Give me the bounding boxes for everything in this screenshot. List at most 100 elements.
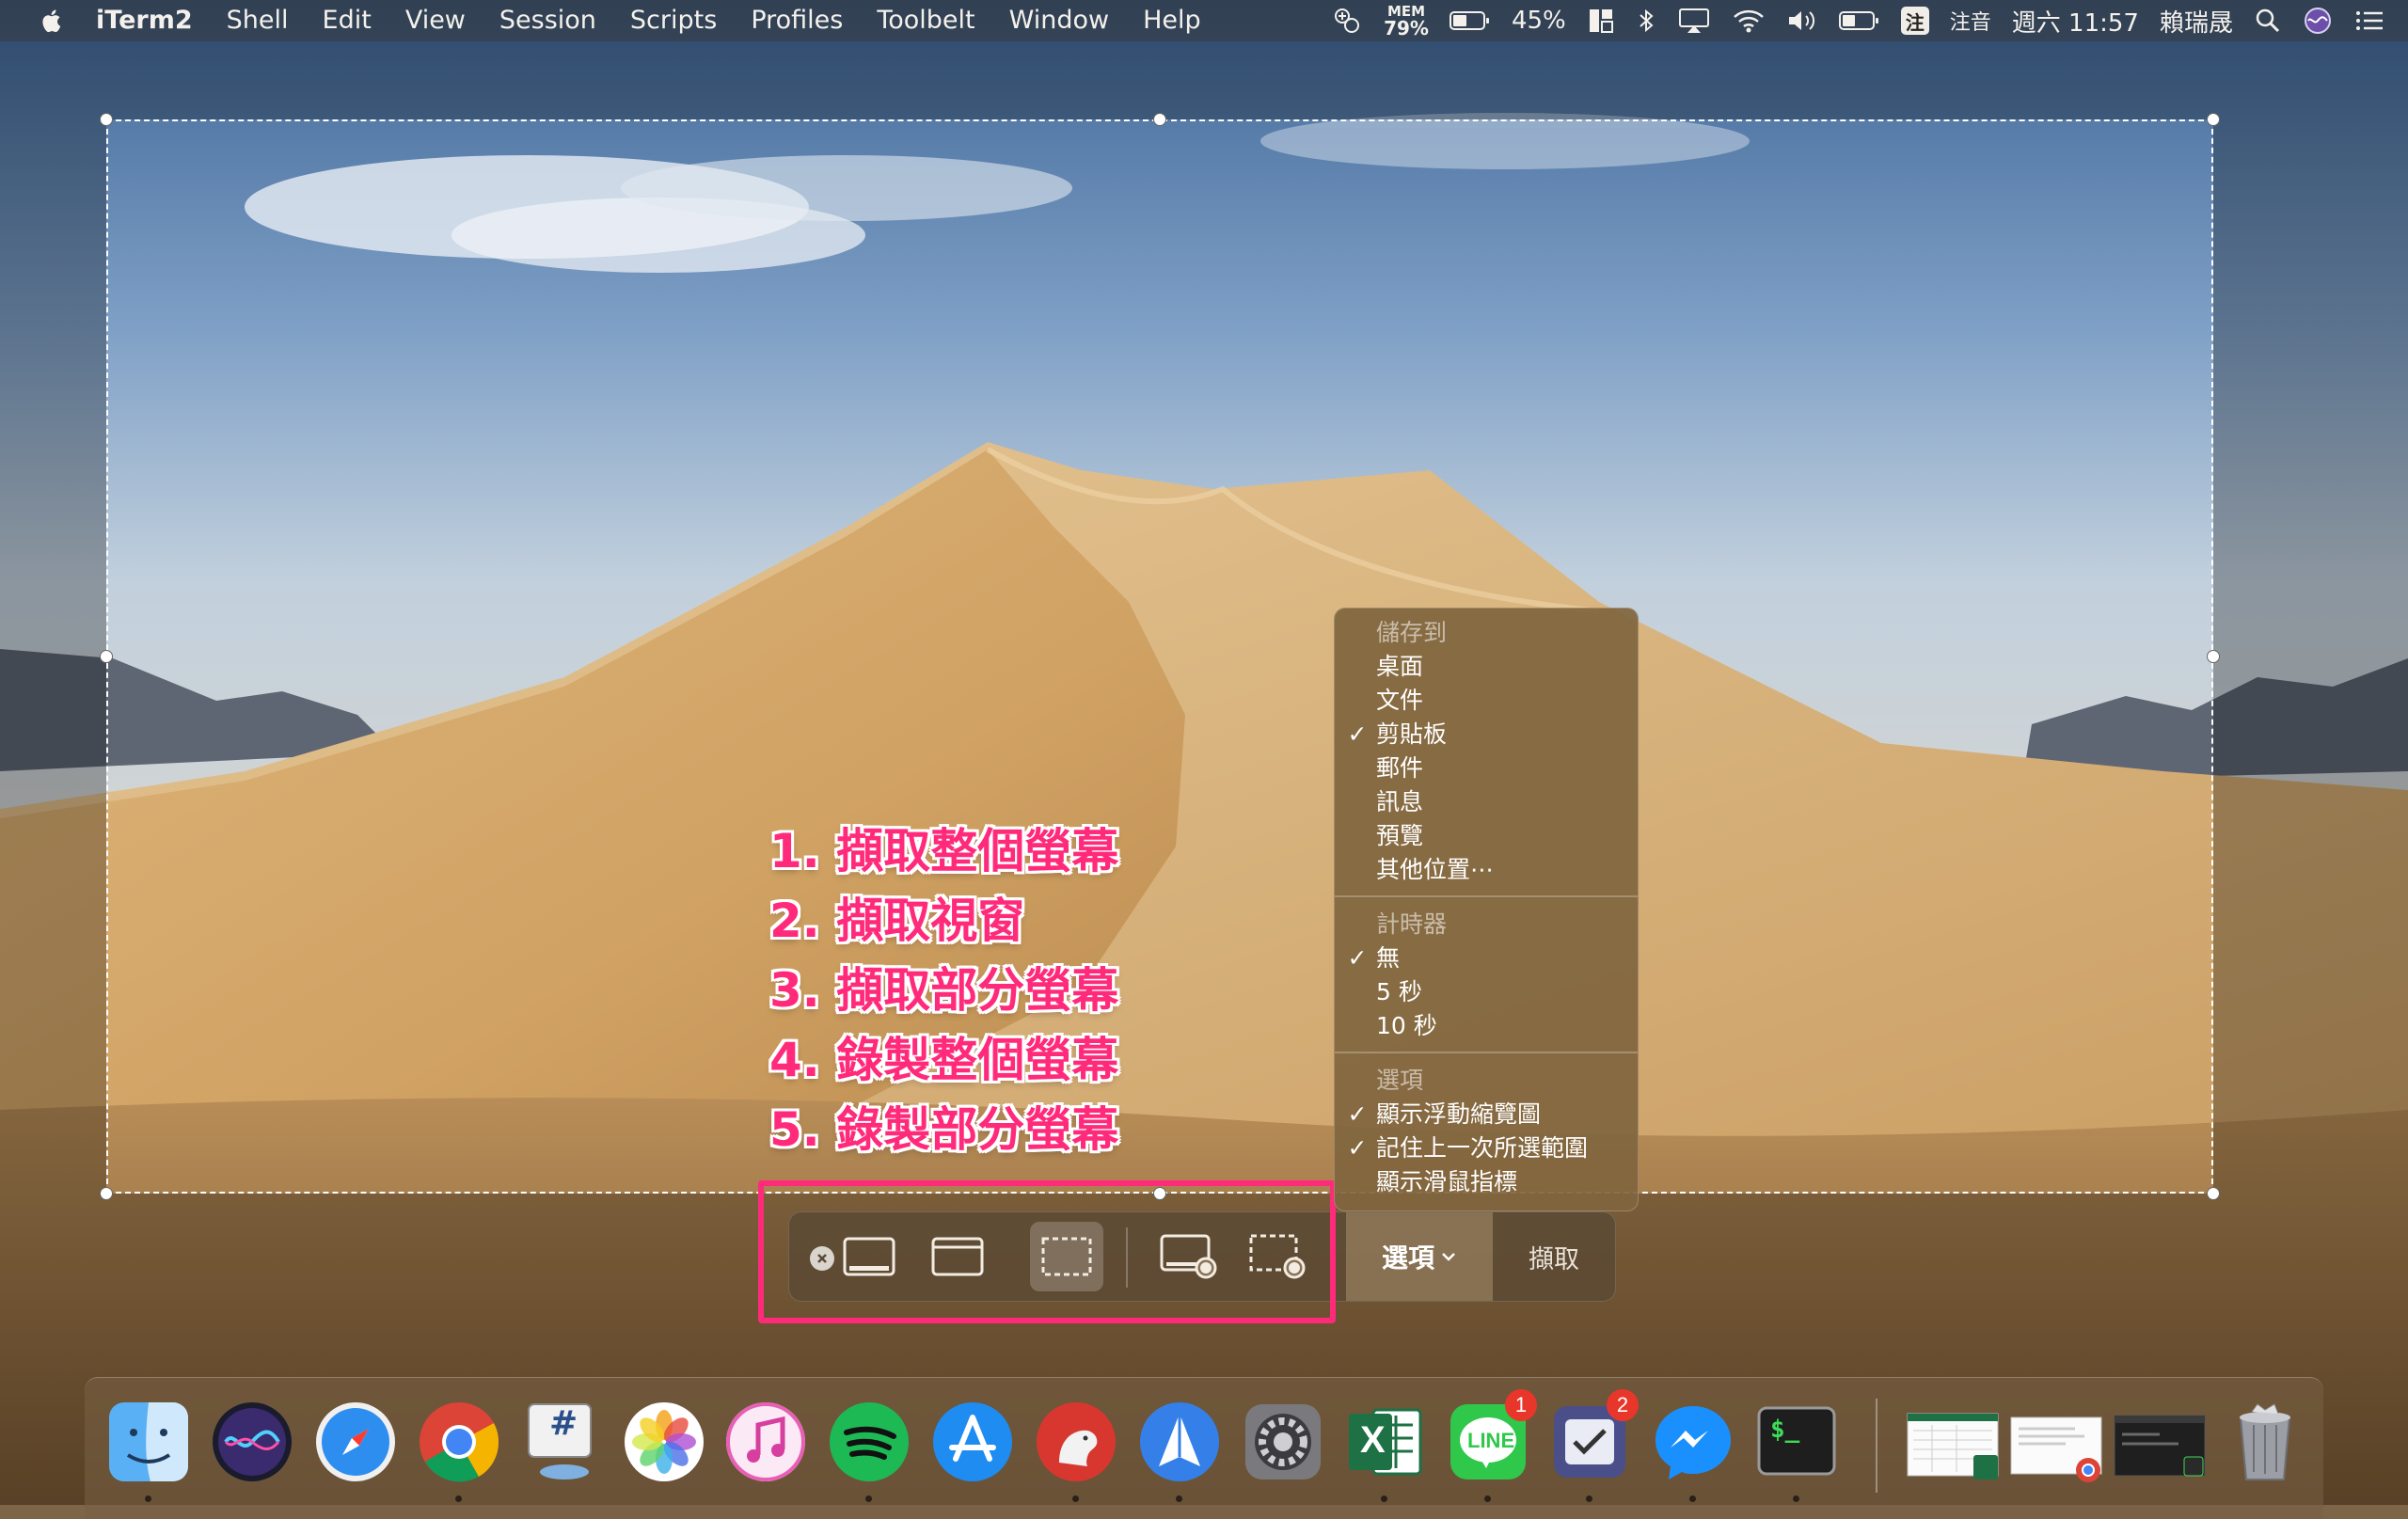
dock: # X LINE 1 2 $_ <box>85 1377 2323 1519</box>
dock-excel[interactable]: X <box>1339 1397 1430 1502</box>
cpu-monitor-icon[interactable] <box>1331 7 1363 35</box>
line-label: LINE <box>1467 1429 1515 1452</box>
selection-handle-bottom-right[interactable] <box>2207 1187 2220 1200</box>
selection-handle-top-right[interactable] <box>2207 113 2220 126</box>
window-layout-icon[interactable] <box>1587 7 1615 35</box>
bluetooth-icon[interactable] <box>1636 7 1656 35</box>
volume-icon[interactable] <box>1786 7 1818 35</box>
menu-header-options: 選項 <box>1376 1067 1424 1094</box>
menu-item-other-location[interactable]: 其他位置⋯ <box>1335 853 1638 887</box>
running-indicator <box>1586 1495 1592 1502</box>
siri-icon <box>213 1402 292 1481</box>
apple-menu-icon[interactable] <box>23 7 79 35</box>
paper-plane-icon <box>1140 1402 1219 1481</box>
menu-bar: iTerm2 Shell Edit View Session Scripts P… <box>0 0 2408 41</box>
checkmark-icon: ✓ <box>1347 720 1368 748</box>
memory-value: 79% <box>1384 17 1429 40</box>
dock-minimized-terminal-window[interactable] <box>2111 1397 2209 1487</box>
dock-itunes[interactable] <box>721 1397 811 1487</box>
menu-item-label: 記住上一次所選範圍 <box>1376 1134 1589 1162</box>
capture-button[interactable]: 擷取 <box>1493 1212 1615 1301</box>
memory-monitor[interactable]: MEM 79% <box>1384 4 1429 38</box>
selection-handle-right[interactable] <box>2207 650 2220 663</box>
menu-item-label: 顯示浮動縮覽圖 <box>1376 1100 1542 1128</box>
menu-shell[interactable]: Shell <box>210 0 306 41</box>
dock-line[interactable]: LINE 1 <box>1443 1389 1537 1502</box>
running-indicator <box>1484 1495 1491 1502</box>
dock-bear[interactable] <box>1031 1397 1121 1502</box>
dock-omnifocus[interactable]: 2 <box>1545 1389 1639 1502</box>
dock-system-preferences[interactable] <box>1238 1397 1328 1487</box>
menubar-user-name[interactable]: 賴瑞晟 <box>2160 4 2233 39</box>
dock-minimized-excel-window[interactable] <box>1904 1397 2002 1487</box>
chevron-down-icon <box>1442 1253 1455 1261</box>
dock-trash[interactable] <box>2220 1397 2310 1487</box>
battery-icon[interactable] <box>1449 10 1491 31</box>
running-indicator <box>1072 1495 1079 1502</box>
selection-handle-top[interactable] <box>1153 113 1166 126</box>
dock-spark[interactable] <box>1134 1397 1225 1502</box>
spotify-icon <box>830 1402 909 1481</box>
dock-messenger[interactable] <box>1648 1397 1738 1502</box>
menu-item-timer-5s[interactable]: 5 秒 <box>1335 975 1638 1009</box>
status-area: MEM 79% 45% 注 注音 週六 11:57 賴瑞晟 <box>1331 0 2385 41</box>
dock-chrome[interactable] <box>414 1397 504 1502</box>
dock-siri[interactable] <box>207 1397 297 1487</box>
input-method-badge[interactable]: 注 <box>1900 7 1929 35</box>
menu-divider <box>1335 895 1638 897</box>
menu-item-timer-none[interactable]: ✓ 無 <box>1335 941 1638 975</box>
menu-window[interactable]: Window <box>992 0 1126 41</box>
menu-session[interactable]: Session <box>483 0 613 41</box>
menu-item-mail[interactable]: 郵件 <box>1335 752 1638 785</box>
wifi-icon[interactable] <box>1732 7 1766 35</box>
menu-item-show-floating-thumbnail[interactable]: ✓ 顯示浮動縮覽圖 <box>1335 1098 1638 1131</box>
selection-handle-top-left[interactable] <box>100 113 113 126</box>
menu-item-remember-last-selection[interactable]: ✓ 記住上一次所選範圍 <box>1335 1131 1638 1165</box>
dock-spotify[interactable] <box>824 1397 914 1502</box>
menu-item-desktop[interactable]: 桌面 <box>1335 650 1638 684</box>
menu-item-documents[interactable]: 文件 <box>1335 684 1638 718</box>
siri-icon[interactable] <box>2303 6 2333 36</box>
dock-finder[interactable] <box>103 1397 194 1502</box>
menu-item-clipboard[interactable]: ✓ 剪貼板 <box>1335 718 1638 752</box>
dock-slack[interactable]: # <box>515 1397 606 1487</box>
dock-photos[interactable] <box>619 1397 709 1487</box>
menu-item-timer-10s[interactable]: 10 秒 <box>1335 1009 1638 1043</box>
input-method-name[interactable]: 注音 <box>1950 6 1991 36</box>
menu-scripts[interactable]: Scripts <box>613 0 734 41</box>
dim-overlay-left <box>0 119 106 1194</box>
menu-item-label: 桌面 <box>1376 653 1424 680</box>
options-dropdown-button[interactable]: 選項 <box>1346 1212 1493 1301</box>
menu-item-label: 其他位置⋯ <box>1376 856 1495 883</box>
menu-header-timer: 計時器 <box>1376 910 1448 938</box>
capture-selection-rectangle[interactable] <box>106 119 2213 1194</box>
spotlight-search-icon[interactable] <box>2254 7 2282 35</box>
airplay-icon[interactable] <box>1677 7 1711 35</box>
menu-item-messages[interactable]: 訊息 <box>1335 785 1638 819</box>
checkmark-icon: ✓ <box>1347 1100 1368 1128</box>
notification-center-icon[interactable] <box>2353 7 2385 35</box>
dock-terminal[interactable]: $_ <box>1751 1397 1842 1502</box>
selection-handle-bottom-left[interactable] <box>100 1187 113 1200</box>
selection-handle-left[interactable] <box>100 650 113 663</box>
menubar-clock[interactable]: 週六 11:57 <box>2012 4 2139 39</box>
menu-view[interactable]: View <box>388 0 483 41</box>
menu-profiles[interactable]: Profiles <box>734 0 860 41</box>
running-indicator <box>1381 1495 1387 1502</box>
menu-toolbelt[interactable]: Toolbelt <box>860 0 991 41</box>
menu-edit[interactable]: Edit <box>306 0 388 41</box>
running-indicator <box>145 1495 151 1502</box>
dock-safari[interactable] <box>310 1397 401 1487</box>
menu-help[interactable]: Help <box>1126 0 1218 41</box>
gear-icon <box>1245 1404 1321 1479</box>
music-note-icon <box>726 1402 805 1481</box>
running-indicator <box>1176 1495 1182 1502</box>
dock-minimized-chrome-window[interactable] <box>2007 1397 2105 1487</box>
menu-item-preview[interactable]: 預覽 <box>1335 819 1638 853</box>
options-menu: 儲存到 桌面 文件 ✓ 剪貼板 郵件 訊息 預覽 其他位置⋯ 計時器 ✓ 無 5 秒… <box>1334 608 1639 1211</box>
menu-item-show-mouse-pointer[interactable]: 顯示滑鼠指標 <box>1335 1165 1638 1199</box>
battery-status-icon[interactable] <box>1838 10 1880 31</box>
menu-app-name[interactable]: iTerm2 <box>79 0 210 41</box>
dock-app-store[interactable] <box>927 1397 1018 1487</box>
running-indicator <box>1689 1495 1696 1502</box>
